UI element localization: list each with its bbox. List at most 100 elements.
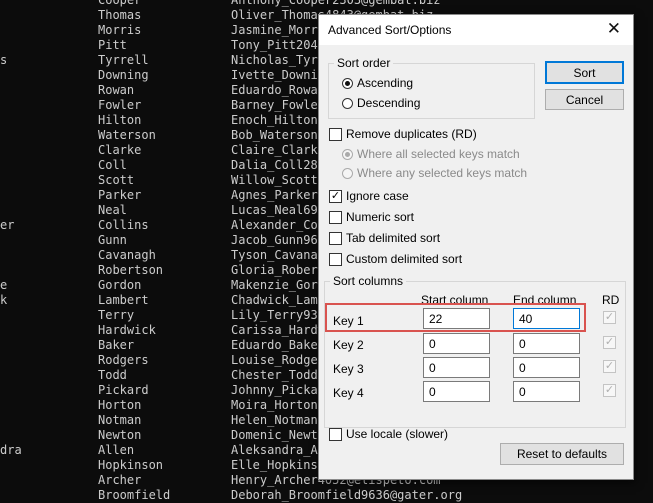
rd-column-header: RD [602, 293, 620, 307]
ascending-label: Ascending [357, 76, 414, 90]
terminal-last-name: Thomas [98, 8, 142, 22]
terminal-last-name: Parker [98, 188, 142, 202]
terminal-last-name: Rowan [98, 83, 135, 97]
terminal-last-name: Todd [98, 368, 127, 382]
terminal-last-name: Hilton [98, 113, 142, 127]
key-2-label: Key 2 [333, 338, 364, 352]
descending-radio[interactable]: Descending [342, 95, 420, 111]
remove-duplicates-checkbox[interactable]: Remove duplicates (RD) [329, 126, 477, 142]
advanced-sort-dialog: Advanced Sort/Options ✕ Sort order Ascen… [318, 14, 634, 480]
terminal-last-name: Scott [98, 173, 135, 187]
key-4-rd-checkbox[interactable]: ✓ [603, 384, 616, 397]
custom-delimited-checkbox[interactable]: Custom delimited sort [329, 251, 462, 267]
custom-delimited-box[interactable] [329, 252, 342, 266]
terminal-email: Makenzie_Gord [231, 278, 325, 292]
terminal-last-name: Broomfield [98, 488, 171, 502]
key-3-end-input[interactable]: 0 [513, 357, 580, 378]
descending-label: Descending [357, 96, 421, 110]
terminal-last-name: Hopkinson [98, 458, 164, 472]
terminal-last-name: Rodgers [98, 353, 149, 367]
terminal-last-name: Fowler [98, 98, 142, 112]
sort-columns-label: Sort columns [330, 274, 407, 288]
key-1-rd-checkbox[interactable]: ✓ [603, 311, 616, 324]
terminal-email: Ivette_Downing [231, 68, 333, 82]
terminal-email: Enoch_Hilton4 [231, 113, 325, 127]
ignore-case-box[interactable]: ✓ [329, 189, 342, 203]
terminal-email: Willow_Scott [231, 173, 318, 187]
key-4-start-input[interactable]: 0 [423, 381, 490, 402]
terminal-email: Dalia_Coll281 [231, 158, 325, 172]
where-any-radio[interactable]: Where any selected keys match [342, 165, 527, 181]
terminal-email: Louise_Rodger [231, 353, 325, 367]
key-3-start-input[interactable]: 0 [423, 357, 490, 378]
terminal-email: Bob_Waterson7 [231, 128, 325, 142]
terminal-last-name: Baker [98, 338, 135, 352]
terminal-email: Lucas_Neal69 [231, 203, 318, 217]
numeric-sort-box[interactable] [329, 210, 342, 224]
ascending-radio-dot[interactable] [342, 77, 353, 89]
close-icon[interactable]: ✕ [607, 19, 621, 39]
terminal-last-name: Morris [98, 23, 142, 37]
terminal-email: Elle_Hopkinson [231, 458, 333, 472]
key-4-end-input[interactable]: 0 [513, 381, 580, 402]
key-4-label: Key 4 [333, 386, 364, 400]
tab-delimited-label: Tab delimited sort [346, 231, 441, 245]
terminal-last-name: Downing [98, 68, 149, 82]
sort-order-group: Sort order Ascending Descending [328, 56, 535, 119]
tab-delimited-checkbox[interactable]: Tab delimited sort [329, 230, 440, 246]
numeric-sort-label: Numeric sort [346, 210, 415, 224]
terminal-first-name: er [0, 218, 15, 232]
key-2-rd-checkbox[interactable]: ✓ [603, 336, 616, 349]
terminal-last-name: Horton [98, 398, 142, 412]
terminal-first-name: dra [0, 443, 22, 457]
terminal-last-name: Neal [98, 203, 127, 217]
remove-duplicates-box[interactable] [329, 127, 342, 141]
where-any-label: Where any selected keys match [357, 166, 528, 180]
terminal-last-name: Lambert [98, 293, 149, 307]
terminal-last-name: Robertson [98, 263, 164, 277]
terminal-last-name: Clarke [98, 143, 142, 157]
sort-button[interactable]: Sort [545, 61, 624, 84]
reset-defaults-button[interactable]: Reset to defaults [500, 443, 624, 465]
terminal-last-name: Notman [98, 413, 142, 427]
numeric-sort-checkbox[interactable]: Numeric sort [329, 209, 414, 225]
terminal-last-name: Newton [98, 428, 142, 442]
terminal-last-name: Waterson [98, 128, 156, 142]
terminal-email: Domenic_Newto [231, 428, 325, 442]
terminal-email: Claire_Clarke [231, 143, 325, 157]
terminal-email: Alexander_Col [231, 218, 325, 232]
terminal-last-name: Gordon [98, 278, 142, 292]
where-all-radio-dot[interactable] [342, 148, 353, 160]
key-3-rd-checkbox[interactable]: ✓ [603, 360, 616, 373]
ascending-radio[interactable]: Ascending [342, 75, 413, 91]
terminal-last-name: Terry [98, 308, 135, 322]
custom-delimited-label: Custom delimited sort [346, 252, 463, 266]
where-all-radio[interactable]: Where all selected keys match [342, 146, 520, 162]
key-2-start-input[interactable]: 0 [423, 333, 490, 354]
terminal-last-name: Gunn [98, 233, 127, 247]
descending-radio-dot[interactable] [342, 97, 353, 109]
terminal-last-name: Archer [98, 473, 142, 487]
terminal-email: Tony_Pitt2041 [231, 38, 325, 52]
terminal-email: Lily_Terry939 [231, 308, 325, 322]
terminal-email: Eduardo_Baker [231, 338, 325, 352]
ignore-case-checkbox[interactable]: ✓ Ignore case [329, 188, 409, 204]
terminal-last-name: Hardwick [98, 323, 156, 337]
ignore-case-label: Ignore case [346, 189, 409, 203]
use-locale-checkbox[interactable]: Use locale (slower) [329, 426, 448, 442]
key-2-end-input[interactable]: 0 [513, 333, 580, 354]
terminal-email: Anthony_Cooper2303@gembat.biz [231, 0, 441, 7]
terminal-email: Moira_Horton4 [231, 398, 325, 412]
use-locale-label: Use locale (slower) [346, 427, 449, 441]
where-any-radio-dot[interactable] [342, 167, 353, 179]
terminal-email: Barney_Fowler [231, 98, 325, 112]
use-locale-box[interactable] [329, 427, 342, 441]
sort-order-label: Sort order [334, 56, 394, 70]
cancel-button[interactable]: Cancel [545, 89, 624, 110]
where-all-label: Where all selected keys match [357, 147, 520, 161]
tab-delimited-box[interactable] [329, 231, 342, 245]
terminal-email: Aleksandra_Al [231, 443, 325, 457]
terminal-email: Helen_Notman [231, 413, 318, 427]
terminal-last-name: Pitt [98, 38, 127, 52]
terminal-last-name: Pickard [98, 383, 149, 397]
